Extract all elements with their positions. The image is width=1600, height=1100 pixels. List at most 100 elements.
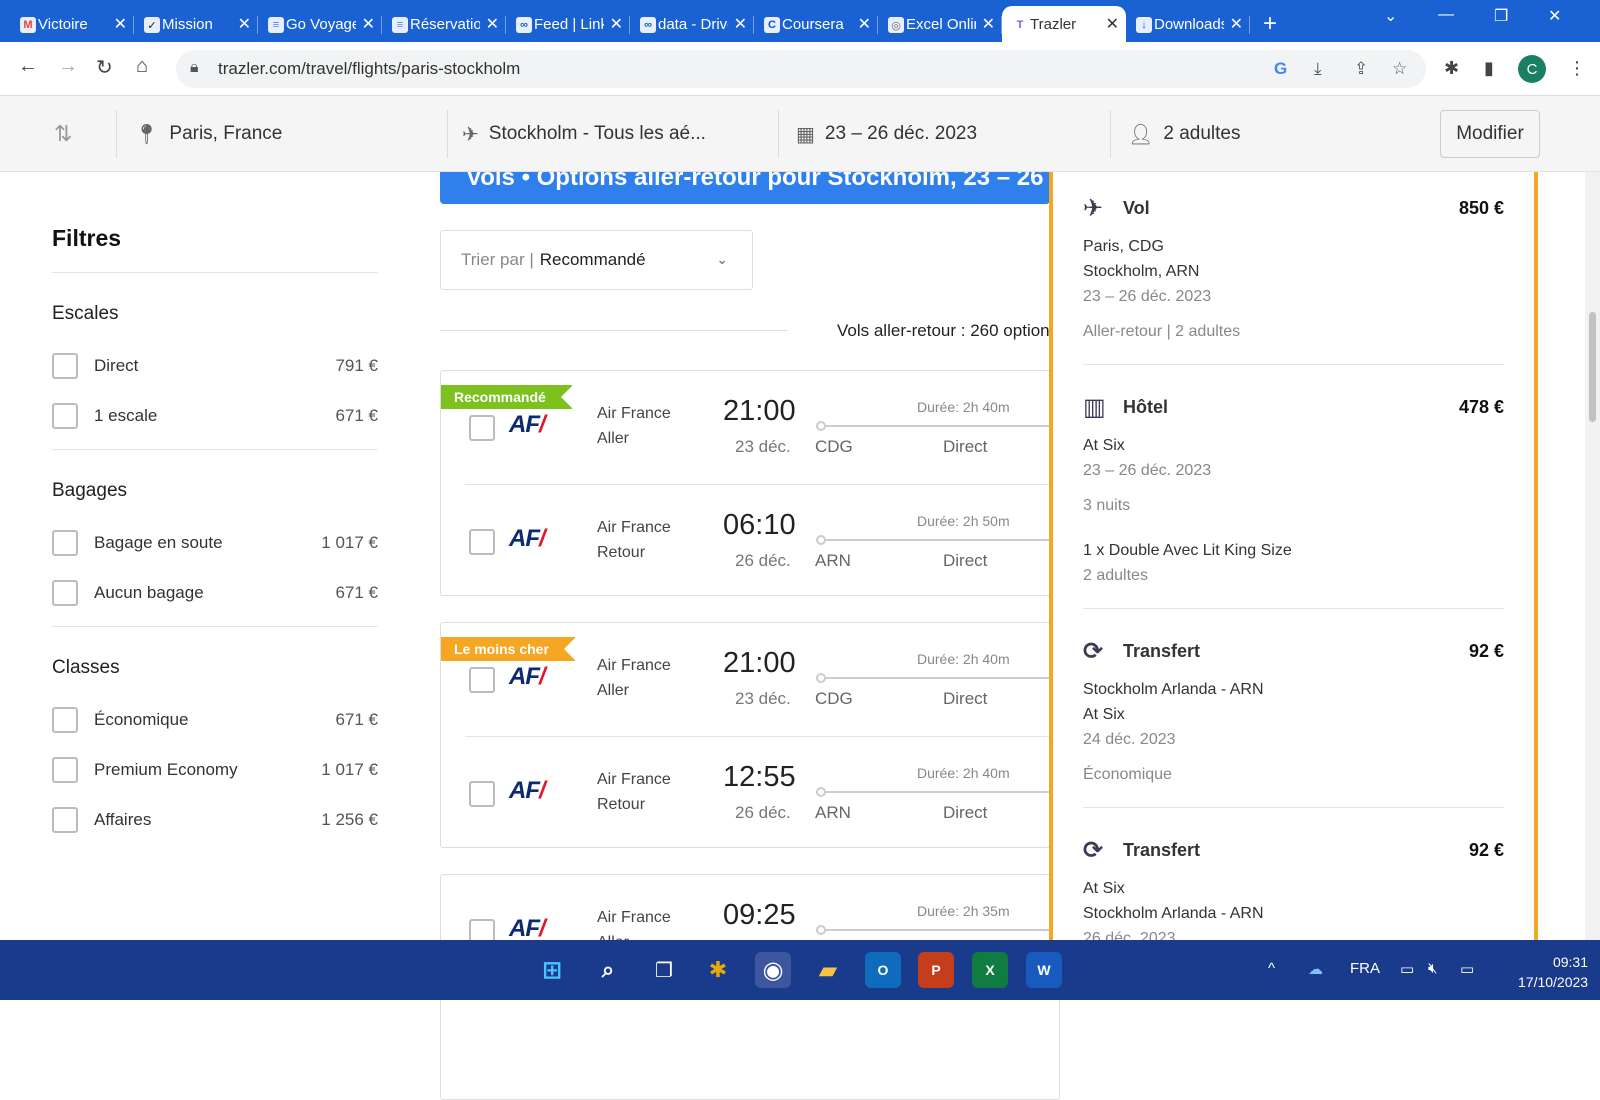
close-tab-icon[interactable]: ✕	[1106, 14, 1119, 34]
close-tab-icon[interactable]: ✕	[734, 14, 747, 34]
stops-label: Direct	[943, 437, 988, 456]
browser-tab[interactable]: ∞Feed | LinkedIn ✕	[506, 6, 630, 42]
route-line	[825, 929, 1059, 931]
close-tab-icon[interactable]: ✕	[114, 14, 127, 34]
browser-tab[interactable]: ≡Réservation ✕	[382, 6, 506, 42]
network-icon[interactable]: ▭	[1400, 960, 1414, 978]
new-tab-button[interactable]: +	[1250, 6, 1290, 42]
install-icon[interactable]: ⤓	[1314, 59, 1322, 79]
filter-label: Premium Economy	[94, 760, 238, 779]
filter-option[interactable]: Bagage en soute 1 017 €	[52, 518, 378, 568]
filter-label: Direct	[94, 356, 139, 375]
language-indicator[interactable]: FRA	[1350, 960, 1380, 977]
filter-checkbox[interactable]	[52, 530, 78, 556]
outlook-icon[interactable]: O	[865, 952, 901, 988]
close-tab-icon[interactable]: ✕	[238, 14, 251, 34]
excel-icon[interactable]: X	[972, 952, 1008, 988]
swap-icon[interactable]: ⇅	[54, 96, 72, 172]
close-tab-icon[interactable]: ✕	[610, 14, 623, 34]
summary-flight: ✈ Vol 850 € Paris, CDG Stockholm, ARN 23 –…	[1083, 172, 1504, 365]
system-clock[interactable]: 09:31 17/10/2023	[1518, 952, 1588, 992]
filter-option[interactable]: Premium Economy 1 017 €	[52, 745, 378, 795]
filter-option[interactable]: Affaires 1 256 €	[52, 795, 378, 845]
air-france-logo: AF/	[509, 663, 546, 690]
close-tab-icon[interactable]: ✕	[362, 14, 375, 34]
check-icon: ✓	[144, 17, 160, 33]
filter-label: Bagage en soute	[94, 533, 223, 552]
departure-date: 23 déc.	[735, 437, 791, 456]
browser-tab[interactable]: ✓ Mission ✕	[134, 6, 258, 42]
filter-option[interactable]: Direct 791 €	[52, 341, 378, 391]
filter-option[interactable]: 1 escale 671 €	[52, 391, 378, 441]
modify-button[interactable]: Modifier	[1440, 110, 1540, 158]
filter-option[interactable]: Économique 671 €	[52, 695, 378, 745]
url-omnibox[interactable]: 🔒︎ trazler.com/travel/flights/paris-stoc…	[176, 50, 1426, 88]
volume-muted-icon[interactable]: 🔇︎	[1428, 960, 1437, 977]
close-window-icon[interactable]: ✕	[1548, 6, 1561, 26]
onedrive-icon[interactable]: ☁	[1308, 960, 1323, 978]
browser-tab[interactable]: T Trazler ✕	[1002, 6, 1126, 42]
minimize-icon[interactable]: —	[1438, 6, 1454, 24]
filter-price: 791 €	[335, 356, 378, 375]
slack-icon[interactable]: ✱	[700, 952, 736, 988]
origin-field[interactable]: 📍︎ Paris, France	[134, 96, 282, 172]
side-panel-icon[interactable]: ▮	[1484, 58, 1494, 79]
close-tab-icon[interactable]: ✕	[486, 14, 499, 34]
word-icon[interactable]: W	[1026, 952, 1062, 988]
close-tab-icon[interactable]: ✕	[1230, 14, 1243, 34]
profile-avatar[interactable]: C	[1518, 55, 1546, 83]
forward-icon[interactable]: →	[58, 55, 78, 78]
powerpoint-icon[interactable]: P	[918, 952, 954, 988]
browser-tab[interactable]: C Coursera ✕	[754, 6, 878, 42]
restore-icon[interactable]: ❐	[1494, 6, 1508, 26]
bookmark-star-icon[interactable]: ☆	[1392, 59, 1407, 79]
tray-chevron-icon[interactable]: ^	[1268, 960, 1275, 977]
reload-icon[interactable]: ↻	[96, 55, 113, 80]
page-scrollbar[interactable]	[1585, 172, 1600, 940]
share-icon[interactable]: ⇪	[1354, 59, 1368, 79]
dates-field[interactable]: ▦ 23 – 26 déc. 2023	[796, 96, 977, 172]
url-text[interactable]: trazler.com/travel/flights/paris-stockho…	[218, 59, 520, 79]
close-tab-icon[interactable]: ✕	[858, 14, 871, 34]
browser-tab[interactable]: ◎Excel Online ✕	[878, 6, 1002, 42]
search-icon[interactable]: ⌕	[590, 952, 626, 988]
travellers-field[interactable]: 👤︎ 2 adultes	[1128, 96, 1241, 172]
select-flight-checkbox[interactable]	[469, 667, 495, 693]
close-tab-icon[interactable]: ✕	[982, 14, 995, 34]
tab-search-icon[interactable]: ⌄	[1384, 6, 1397, 26]
browser-tab[interactable]: ≡ Go Voyage ✕	[258, 6, 382, 42]
docs-icon: ≡	[268, 17, 284, 33]
select-flight-checkbox[interactable]	[469, 415, 495, 441]
filter-checkbox[interactable]	[52, 403, 78, 429]
select-flight-checkbox[interactable]	[469, 529, 495, 555]
task-view-icon[interactable]: ❐	[646, 952, 682, 988]
chevron-down-icon: ⌄	[716, 251, 728, 267]
sort-dropdown[interactable]: Trier par | Recommandé ⌄	[440, 230, 753, 290]
browser-tab[interactable]: M Victoire ✕	[10, 6, 134, 42]
windows-start-icon[interactable]: ⊞	[534, 952, 570, 988]
filter-checkbox[interactable]	[52, 353, 78, 379]
tab-label: data - Drive	[658, 15, 728, 33]
extensions-icon[interactable]: ✱	[1444, 58, 1459, 79]
stops-label: Direct	[943, 551, 988, 570]
browser-tab[interactable]: ∞ data - Drive ✕	[630, 6, 754, 42]
browser-tab[interactable]: ↓ Downloads ✕	[1126, 6, 1250, 42]
select-flight-checkbox[interactable]	[469, 781, 495, 807]
home-icon[interactable]: ⌂	[136, 55, 148, 78]
destination-field[interactable]: ✈ Stockholm - Tous les aé...	[462, 96, 706, 172]
file-explorer-icon[interactable]: ▰	[810, 952, 846, 988]
battery-icon[interactable]: ▭	[1460, 960, 1474, 978]
chrome-icon[interactable]: ◉	[755, 952, 791, 988]
back-icon[interactable]: ←	[18, 55, 38, 78]
menu-icon[interactable]: ⋮	[1568, 58, 1586, 79]
google-icon[interactable]: G	[1274, 59, 1287, 79]
filter-option[interactable]: Aucun bagage 671 €	[52, 568, 378, 618]
sort-value: Recommandé	[539, 250, 646, 269]
summary-hotel: ▥ Hôtel 478 € At Six 23 – 26 déc. 2023 3 n…	[1083, 365, 1504, 609]
filter-checkbox[interactable]	[52, 807, 78, 833]
leg-direction: Retour	[597, 544, 646, 561]
filter-checkbox[interactable]	[52, 707, 78, 733]
filter-checkbox[interactable]	[52, 580, 78, 606]
filter-checkbox[interactable]	[52, 757, 78, 783]
dates-text: 23 – 26 déc. 2023	[824, 123, 978, 144]
